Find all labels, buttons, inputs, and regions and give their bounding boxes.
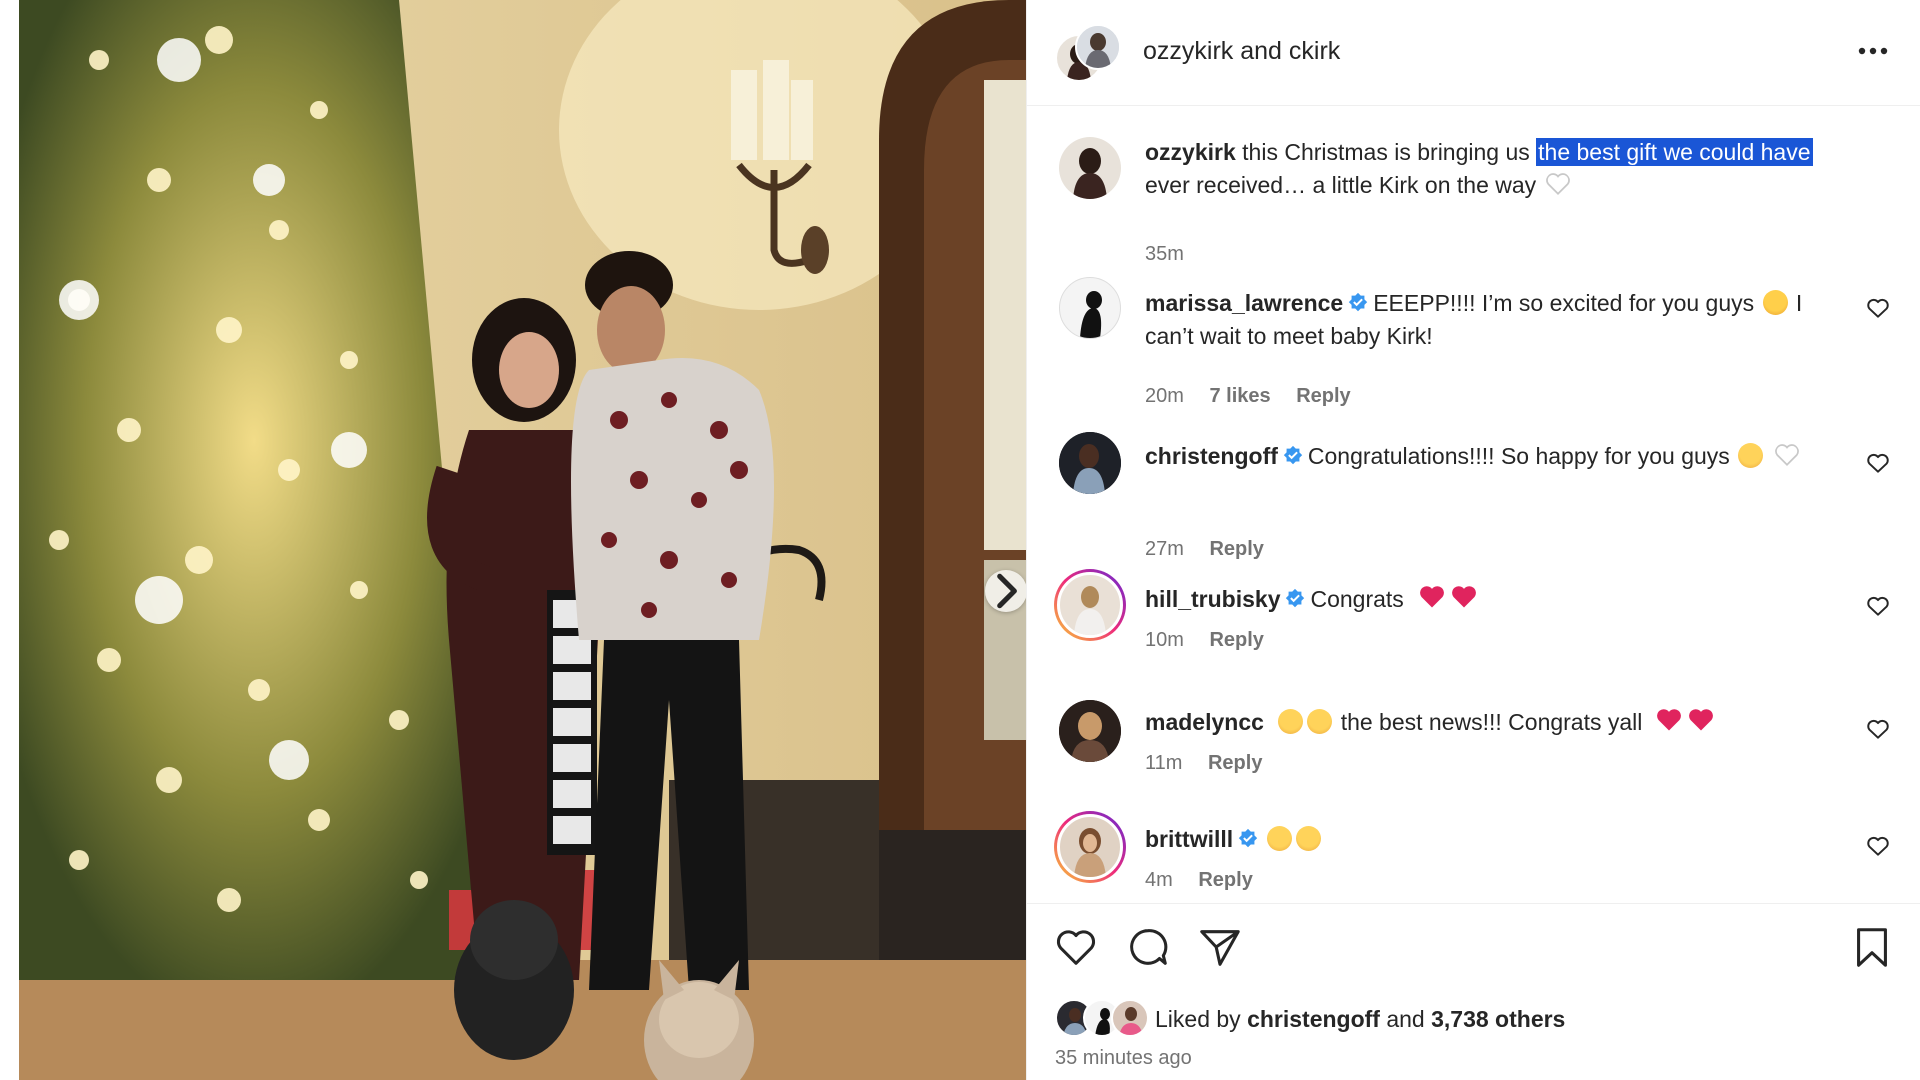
paper-plane-icon[interactable] xyxy=(1197,924,1243,970)
pleading-face-emoji-icon xyxy=(1278,709,1304,734)
comment-bubble-icon[interactable] xyxy=(1125,924,1171,970)
post-timestamp[interactable]: 35 minutes ago xyxy=(1055,1047,1192,1070)
comment-meta: 27m Reply xyxy=(1145,538,1284,561)
pleading-face-emoji-icon xyxy=(1307,709,1333,734)
comment-body: the best news!!! Congrats yall xyxy=(1340,709,1643,735)
comment-text: marissa_lawrence EEEPP!!!! I’m so excited… xyxy=(1145,287,1835,353)
next-photo-button[interactable] xyxy=(985,570,1026,612)
reply-button[interactable]: Reply xyxy=(1198,869,1252,891)
pleading-face-emoji-icon xyxy=(1738,443,1764,468)
comment-body: Congratulations!!!! So happy for you guy… xyxy=(1307,443,1730,469)
verified-badge-icon xyxy=(1283,445,1303,465)
caption-highlighted-text: the best gift we could have xyxy=(1536,138,1813,166)
comment-meta: 11m Reply xyxy=(1145,752,1282,775)
comment-time: 20m xyxy=(1145,385,1184,407)
heart-icon[interactable] xyxy=(1053,924,1099,970)
comment-time: 4m xyxy=(1145,869,1173,891)
verified-badge-icon xyxy=(1239,828,1258,848)
more-options-button[interactable] xyxy=(1853,36,1893,66)
instagram-post-view: ozzykirk and ckirk ozzykirk this Christm… xyxy=(0,0,1920,1080)
bookmark-icon[interactable] xyxy=(1849,924,1895,970)
liked-by-line: Liked by christengoff and 3,738 others xyxy=(1055,999,1565,1039)
comment-likes[interactable]: 7 likes xyxy=(1209,385,1270,407)
avatar[interactable] xyxy=(1059,432,1121,494)
liked-by-prefix: Liked by xyxy=(1155,1005,1241,1032)
post-side-panel: ozzykirk and ckirk ozzykirk this Christm… xyxy=(1026,0,1920,1080)
caption-time: 35m xyxy=(1145,243,1184,265)
comment-username[interactable]: christengoff xyxy=(1145,443,1278,469)
liked-by-avatars[interactable] xyxy=(1055,999,1149,1039)
comment-username[interactable]: hill_trubisky xyxy=(1145,586,1280,612)
comment-text: hill_trubisky Congrats xyxy=(1145,583,1835,616)
comment-meta: 10m Reply xyxy=(1145,629,1284,652)
comment-meta: 20m 7 likes Reply xyxy=(1145,385,1371,408)
comment-time: 10m xyxy=(1145,629,1184,651)
comment-like-heart-icon[interactable] xyxy=(1865,450,1891,476)
comment-body: EEEPP!!!! I’m so excited for you guys xyxy=(1373,290,1755,316)
verified-badge-icon xyxy=(1286,588,1305,608)
comment-text: christengoff Congratulations!!!! So happy… xyxy=(1145,440,1835,473)
comment-like-heart-icon[interactable] xyxy=(1865,295,1891,321)
crying-face-emoji-icon xyxy=(1762,290,1788,315)
comment-username[interactable]: brittwilll xyxy=(1145,826,1233,852)
comment-text: madelyncc the best news!!! Congrats yall xyxy=(1145,706,1835,739)
caption-body-rest: ever received… a little Kirk on the way xyxy=(1145,172,1537,198)
avatar[interactable] xyxy=(1054,811,1126,883)
red-heart-emoji-icon xyxy=(1452,586,1477,608)
white-heart-emoji-icon xyxy=(1545,173,1570,195)
comment-text: brittwilll xyxy=(1145,823,1835,856)
collab-avatars[interactable] xyxy=(1055,24,1121,84)
reply-button[interactable]: Reply xyxy=(1209,629,1263,651)
more-horizontal-icon xyxy=(1858,47,1888,55)
red-heart-emoji-icon xyxy=(1420,586,1445,608)
comment-username[interactable]: marissa_lawrence xyxy=(1145,290,1343,316)
avatar[interactable] xyxy=(1054,569,1126,641)
comment-like-heart-icon[interactable] xyxy=(1865,716,1891,742)
liked-by-user[interactable]: christengoff xyxy=(1247,1006,1380,1033)
reply-button[interactable]: Reply xyxy=(1296,385,1350,407)
red-heart-emoji-icon xyxy=(1688,709,1713,731)
comment-time: 11m xyxy=(1145,752,1183,774)
white-heart-emoji-icon xyxy=(1774,444,1799,466)
caption-body: this Christmas is bringing us xyxy=(1242,139,1537,165)
comment-like-heart-icon[interactable] xyxy=(1865,833,1891,859)
comment-time: 27m xyxy=(1145,538,1184,560)
caption-text: ozzykirk this Christmas is bringing us t… xyxy=(1145,136,1835,202)
comment-meta: 4m Reply xyxy=(1145,869,1273,892)
avatar xyxy=(1111,999,1149,1037)
avatar[interactable] xyxy=(1059,137,1121,199)
avatar[interactable] xyxy=(1075,24,1121,70)
post-header-title[interactable]: ozzykirk and ckirk xyxy=(1143,37,1340,66)
chevron-right-icon xyxy=(997,573,1017,609)
christmas-announcement-photo xyxy=(19,0,1026,1080)
avatar[interactable] xyxy=(1059,700,1121,762)
verified-badge-icon xyxy=(1349,292,1368,312)
red-heart-emoji-icon xyxy=(1656,709,1681,731)
post-actions: Liked by christengoff and 3,738 others 3… xyxy=(1027,903,1920,1080)
caption-meta: 35m xyxy=(1145,243,1204,266)
comment-body: Congrats xyxy=(1310,586,1404,612)
reply-button[interactable]: Reply xyxy=(1209,538,1263,560)
pleading-face-emoji-icon xyxy=(1267,826,1293,851)
comments-list[interactable]: ozzykirk this Christmas is bringing us t… xyxy=(1027,107,1920,903)
reply-button[interactable]: Reply xyxy=(1208,752,1262,774)
post-photo[interactable] xyxy=(19,0,1026,1080)
post-header: ozzykirk and ckirk xyxy=(1027,0,1920,106)
comment-like-heart-icon[interactable] xyxy=(1865,593,1891,619)
avatar[interactable] xyxy=(1059,277,1121,339)
liked-by-mid: and xyxy=(1386,1005,1425,1032)
pleading-face-emoji-icon xyxy=(1296,826,1322,851)
comment-username[interactable]: madelyncc xyxy=(1145,709,1264,735)
caption-username[interactable]: ozzykirk xyxy=(1145,139,1236,165)
liked-by-count[interactable]: 3,738 others xyxy=(1431,1006,1565,1033)
